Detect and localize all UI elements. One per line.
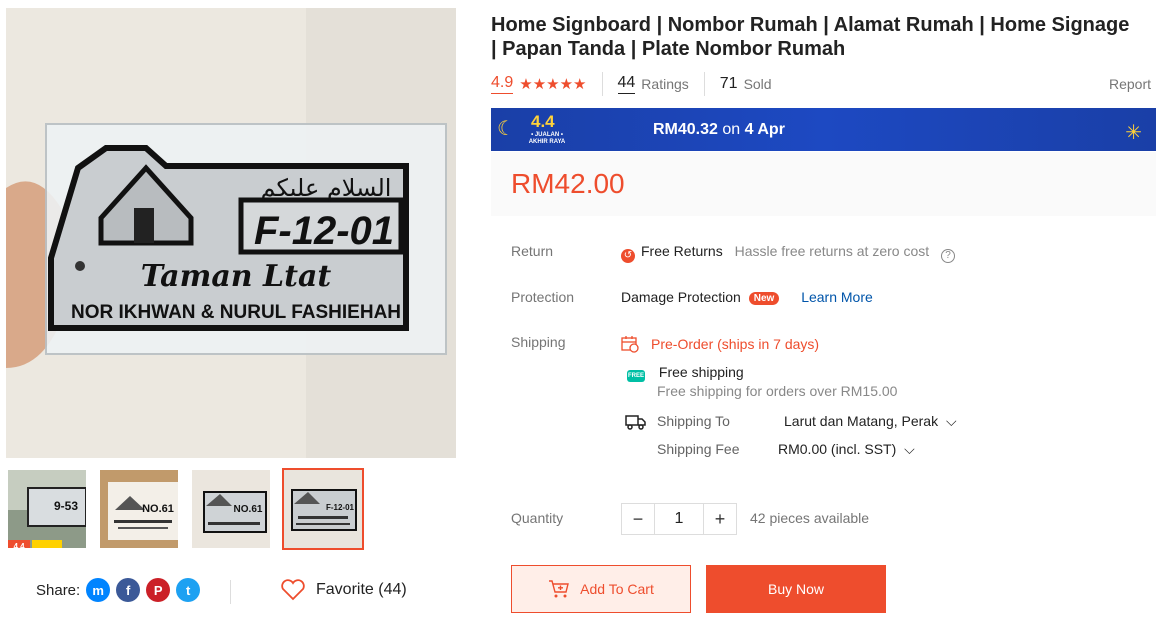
thumbnail-2[interactable]: NO.61 bbox=[98, 468, 180, 550]
chevron-down-icon: ⌵ bbox=[904, 441, 915, 457]
protection-value: Damage Protection New Learn More bbox=[621, 289, 873, 305]
svg-text:NO.61: NO.61 bbox=[142, 503, 174, 515]
thumbnail-1[interactable]: 9-53 4.4 bbox=[6, 468, 88, 550]
main-product-image[interactable]: السلام عليكم F-12-01 Taman Ltat NOR IKHW… bbox=[6, 8, 456, 458]
free-shipping-desc: Free shipping for orders over RM15.00 bbox=[657, 383, 898, 399]
crescent-moon-icon: ☾ bbox=[497, 118, 515, 140]
svg-text:4.4: 4.4 bbox=[13, 542, 25, 550]
shipping-to-label: Shipping To bbox=[657, 413, 730, 429]
shipping-to-selector[interactable]: Larut dan Matang, Perak ⌵ bbox=[784, 413, 957, 430]
damage-protection-title: Damage Protection bbox=[621, 289, 741, 305]
price-box: RM42.00 bbox=[491, 152, 1156, 216]
facebook-share-icon[interactable]: f bbox=[116, 578, 141, 602]
free-shipping-icon: FREE bbox=[627, 370, 645, 382]
svg-text:F-12-01: F-12-01 bbox=[326, 503, 355, 512]
shipping-fee-selector[interactable]: RM0.00 (incl. SST) ⌵ bbox=[778, 441, 915, 458]
return-label: Return bbox=[511, 243, 554, 259]
decrease-quantity-button[interactable]: − bbox=[622, 504, 654, 534]
preorder-text: Pre-Order (ships in 7 days) bbox=[651, 336, 820, 352]
share-divider bbox=[230, 580, 231, 604]
promo-badge-number: 4.4 bbox=[531, 112, 555, 131]
promo-price: RM40.32 bbox=[653, 120, 718, 138]
product-stats: 4.9 ★★★★★ 44 Ratings 71 Sold Report bbox=[491, 70, 1151, 98]
sign-names-text: NOR IKHWAN & NURUL FASHIEHAH bbox=[71, 302, 401, 323]
share-label: Share: bbox=[36, 581, 81, 599]
protection-label: Protection bbox=[511, 289, 575, 305]
sign-arabic-text: السلام عليكم bbox=[261, 174, 392, 202]
promo-banner: ☾ 4.4 • JUALAN • AKHIR RAYA RM40.32 on 4… bbox=[491, 108, 1156, 151]
shipping-label: Shipping bbox=[511, 334, 566, 350]
stats-divider bbox=[601, 72, 603, 96]
new-badge: New bbox=[748, 292, 780, 305]
return-icon: ↺ bbox=[621, 248, 635, 263]
calendar-clock-icon bbox=[621, 336, 639, 353]
sign-place-text: Taman Ltat bbox=[141, 259, 332, 294]
rating-value[interactable]: 4.9 bbox=[491, 74, 514, 94]
promo-price-text: RM40.32 on 4 Apr bbox=[653, 121, 785, 139]
cart-plus-icon bbox=[549, 580, 570, 598]
sold-label: Sold bbox=[743, 76, 772, 92]
stats-divider bbox=[703, 72, 705, 96]
report-link[interactable]: Report bbox=[1109, 76, 1151, 92]
truck-icon bbox=[625, 413, 647, 434]
quantity-label: Quantity bbox=[511, 510, 564, 526]
ratings-label: Ratings bbox=[641, 76, 689, 92]
free-returns-desc: Hassle free returns at zero cost bbox=[734, 243, 930, 259]
add-to-cart-label: Add To Cart bbox=[580, 581, 654, 597]
pinterest-share-icon[interactable]: P bbox=[146, 578, 171, 602]
svg-text:9-53: 9-53 bbox=[54, 499, 78, 513]
favorite-button[interactable]: Favorite (44) bbox=[280, 579, 407, 601]
heart-icon bbox=[281, 579, 305, 601]
shipping-fee-label: Shipping Fee bbox=[657, 441, 740, 457]
free-shipping-title: Free shipping bbox=[658, 364, 744, 380]
free-returns-title: Free Returns bbox=[641, 243, 723, 259]
sold-count: 71 bbox=[719, 75, 738, 92]
promo-on: on bbox=[722, 120, 741, 138]
rating-stars-icon: ★★★★★ bbox=[519, 76, 587, 93]
promo-badge-sub: • JUALAN • AKHIR RAYA bbox=[528, 132, 566, 145]
preorder-row: Pre-Order (ships in 7 days) bbox=[621, 335, 819, 353]
chevron-down-icon: ⌵ bbox=[946, 413, 957, 429]
favorite-label: Favorite (44) bbox=[316, 581, 407, 598]
thumbnail-strip: 9-53 4.4 NO.61 NO.61 F-12-01 bbox=[6, 468, 364, 550]
free-shipping-row: FREE Free shipping bbox=[627, 364, 744, 382]
shipping-fee-value: RM0.00 (incl. SST) bbox=[778, 441, 897, 457]
signboard-image: السلام عليكم F-12-01 Taman Ltat NOR IKHW… bbox=[6, 8, 456, 458]
increase-quantity-button[interactable]: + bbox=[704, 504, 736, 534]
learn-more-link[interactable]: Learn More bbox=[801, 289, 873, 305]
thumbnail-4-selected[interactable]: F-12-01 bbox=[282, 468, 364, 550]
quantity-stepper: − 1 + bbox=[621, 503, 737, 535]
quantity-input[interactable]: 1 bbox=[654, 504, 704, 534]
help-icon[interactable]: ? bbox=[941, 248, 956, 263]
thumbnail-3[interactable]: NO.61 bbox=[190, 468, 272, 550]
shipping-to-value: Larut dan Matang, Perak bbox=[784, 413, 939, 429]
messenger-share-icon[interactable]: m bbox=[86, 578, 111, 602]
firework-icon: ✳ bbox=[1125, 122, 1142, 144]
buy-now-button[interactable]: Buy Now bbox=[706, 565, 886, 613]
promo-badge: ☾ 4.4 • JUALAN • AKHIR RAYA bbox=[491, 108, 565, 151]
stock-available: 42 pieces available bbox=[750, 510, 870, 526]
promo-date: 4 Apr bbox=[744, 120, 785, 138]
sign-number-text: F-12-01 bbox=[254, 209, 394, 253]
add-to-cart-button[interactable]: Add To Cart bbox=[511, 565, 691, 613]
share-bar: Share: m f P t bbox=[36, 578, 201, 602]
ratings-count[interactable]: 44 bbox=[617, 74, 636, 94]
return-value: ↺ Free Returns Hassle free returns at zer… bbox=[621, 243, 956, 263]
svg-text:NO.61: NO.61 bbox=[234, 504, 263, 515]
product-title: Home Signboard | Nombor Rumah | Alamat R… bbox=[491, 14, 1130, 60]
current-price: RM42.00 bbox=[511, 168, 625, 199]
product-page: السلام عليكم F-12-01 Taman Ltat NOR IKHW… bbox=[0, 0, 1164, 623]
twitter-share-icon[interactable]: t bbox=[176, 578, 201, 602]
